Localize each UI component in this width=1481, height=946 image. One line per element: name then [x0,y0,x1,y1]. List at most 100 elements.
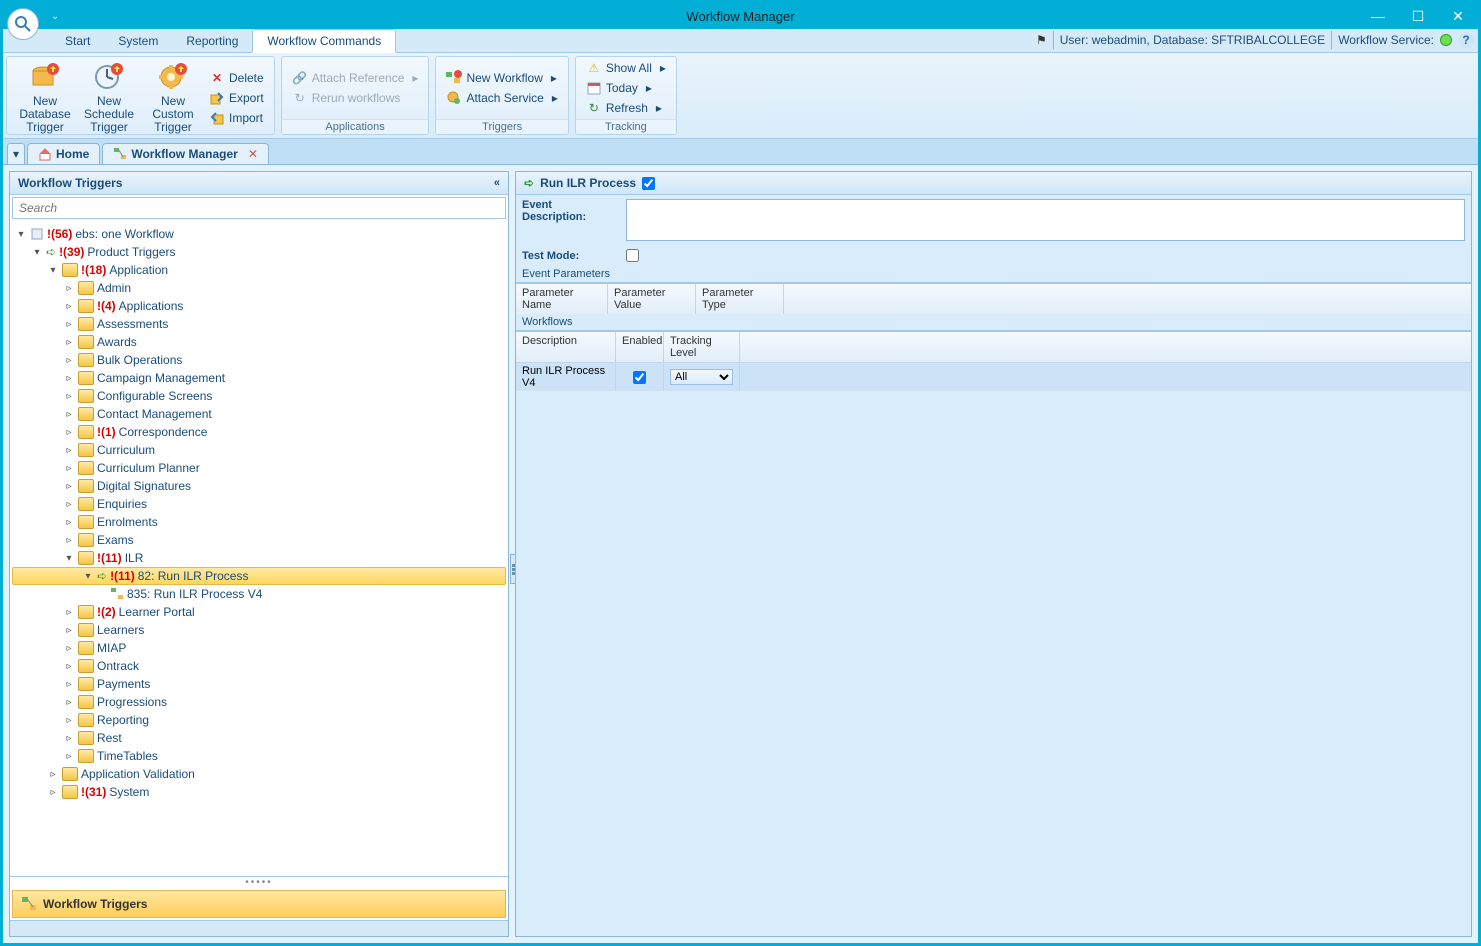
tree-item-payments[interactable]: ▹Payments [12,675,506,693]
workflows-grid-header: Description Enabled Tracking Level [516,331,1471,362]
app-orb[interactable] [7,8,39,40]
wf-desc-cell: Run ILR Process V4 [516,363,616,391]
new-database-trigger-button[interactable]: New Database Trigger [13,59,77,137]
tree-item-enquiries[interactable]: ▹Enquiries [12,495,506,513]
tree-ilr-workflow[interactable]: 835: Run ILR Process V4 [12,585,506,603]
folder-icon [78,551,94,565]
param-grid-header: Parameter Name Parameter Value Parameter… [516,283,1471,314]
group-applications-label: Applications [282,119,429,134]
export-button[interactable]: Export [205,89,268,107]
tree-item-ontrack[interactable]: ▹Ontrack [12,657,506,675]
event-description-label: Event Description: [522,199,618,223]
new-workflow-button[interactable]: New Workflow▸ [442,69,561,87]
maximize-button[interactable]: ☐ [1398,3,1438,29]
test-mode-checkbox[interactable] [626,249,639,262]
folder-icon [78,497,94,511]
tree-item-bulk-operations[interactable]: ▹Bulk Operations [12,351,506,369]
workflow-icon [110,587,124,601]
tree-item-configurable-screens[interactable]: ▹Configurable Screens [12,387,506,405]
close-button[interactable]: ✕ [1438,3,1478,29]
folder-icon [78,731,94,745]
qat-customize[interactable]: ⌄ [51,11,59,22]
tree-item-ilr[interactable]: ▾!(11)ILR [12,549,506,567]
tree-ilr-trigger[interactable]: ▾➪!(11)82: Run ILR Process [12,567,506,585]
collapse-panel-icon[interactable]: « [494,177,500,189]
folder-icon [78,533,94,547]
tab-reporting[interactable]: Reporting [172,30,252,52]
today-button[interactable]: Today▸ [582,79,670,97]
search-input[interactable] [12,197,506,219]
tree-item-applications[interactable]: ▹!(4)Applications [12,297,506,315]
attach-service-button[interactable]: Attach Service▸ [442,89,561,107]
tab-system[interactable]: System [104,30,172,52]
titlebar: ⌄ Workflow Manager — ☐ ✕ [3,3,1478,29]
tree-item-curriculum-planner[interactable]: ▹Curriculum Planner [12,459,506,477]
tree-item-reporting[interactable]: ▹Reporting [12,711,506,729]
tree-item-timetables[interactable]: ▹TimeTables [12,747,506,765]
new-custom-trigger-button[interactable]: New Custom Trigger [141,59,205,137]
rerun-workflows-button: ↻Rerun workflows [288,89,423,107]
folder-icon [78,641,94,655]
folder-icon [78,371,94,385]
tree-item-curriculum[interactable]: ▹Curriculum [12,441,506,459]
splitter-handle[interactable] [510,554,516,584]
tree-item-rest[interactable]: ▹Rest [12,729,506,747]
minimize-button[interactable]: — [1358,3,1398,29]
folder-icon [78,443,94,457]
run-process-checkbox[interactable] [642,177,655,190]
tree-item-digital-signatures[interactable]: ▹Digital Signatures [12,477,506,495]
tree-item-correspondence[interactable]: ▹!(1)Correspondence [12,423,506,441]
tree-item-progressions[interactable]: ▹Progressions [12,693,506,711]
tree-item-awards[interactable]: ▹Awards [12,333,506,351]
tab-start[interactable]: Start [51,30,104,52]
workflow-row[interactable]: Run ILR Process V4 All [516,362,1471,391]
import-button[interactable]: Import [205,109,268,127]
refresh-button[interactable]: ↻Refresh▸ [582,99,670,117]
nav-workflow-triggers[interactable]: Workflow Triggers [12,890,506,918]
folder-icon [78,425,94,439]
group-tracking-label: Tracking [576,119,676,134]
wf-enabled-checkbox[interactable] [633,371,646,384]
event-parameters-section: Event Parameters [516,266,1471,283]
tree-item-exams[interactable]: ▹Exams [12,531,506,549]
tree-item-admin[interactable]: ▹Admin [12,279,506,297]
folder-icon [78,317,94,331]
triggers-tree[interactable]: ▾!(56)ebs: one Workflow▾➪!(39)Product Tr… [10,221,508,805]
tree-root[interactable]: ▾!(56)ebs: one Workflow [12,225,506,243]
tree-system[interactable]: ▹!(31)System [12,783,506,801]
workflow-service-label: Workflow Service: [1338,33,1434,47]
new-schedule-trigger-button[interactable]: New Schedule Trigger [77,59,141,137]
delete-button[interactable]: ✕Delete [205,69,268,87]
help-icon[interactable]: ? [1458,32,1474,48]
tree-item-campaign-management[interactable]: ▹Campaign Management [12,369,506,387]
workflow-icon [21,896,37,912]
tree-item-learners[interactable]: ▹Learners [12,621,506,639]
folder-icon [78,677,94,691]
folder-icon [78,623,94,637]
tree-app-validation[interactable]: ▹Application Validation [12,765,506,783]
tree-item-contact-management[interactable]: ▹Contact Management [12,405,506,423]
tree-item-learner-portal[interactable]: ▹!(2)Learner Portal [12,603,506,621]
horizontal-scrollbar[interactable] [10,920,508,936]
tracking-level-select[interactable]: All [670,369,733,385]
doctab-workflow-manager[interactable]: Workflow Manager ✕ [102,143,269,164]
tree-item-assessments[interactable]: ▹Assessments [12,315,506,333]
folder-icon [78,479,94,493]
doctab-dropdown[interactable]: ▾ [7,143,25,164]
folder-icon [78,713,94,727]
panel-header-triggers: Workflow Triggers « [10,172,508,195]
tree-product-triggers[interactable]: ▾➪!(39)Product Triggers [12,243,506,261]
tab-workflow-commands[interactable]: Workflow Commands [252,29,396,53]
close-tab-icon[interactable]: ✕ [248,147,258,161]
test-mode-label: Test Mode: [522,250,618,262]
flag-icon[interactable]: ⚑ [1036,33,1047,47]
arrow-right-icon: ➪ [46,245,56,259]
tree-item-enrolments[interactable]: ▹Enrolments [12,513,506,531]
show-all-button[interactable]: ⚠Show All▸ [582,59,670,77]
doctab-home[interactable]: Home [27,143,100,164]
workflows-section: Workflows [516,314,1471,331]
event-description-input[interactable] [626,199,1465,241]
folder-icon [78,299,94,313]
tree-application[interactable]: ▾!(18)Application [12,261,506,279]
tree-item-miap[interactable]: ▹MIAP [12,639,506,657]
